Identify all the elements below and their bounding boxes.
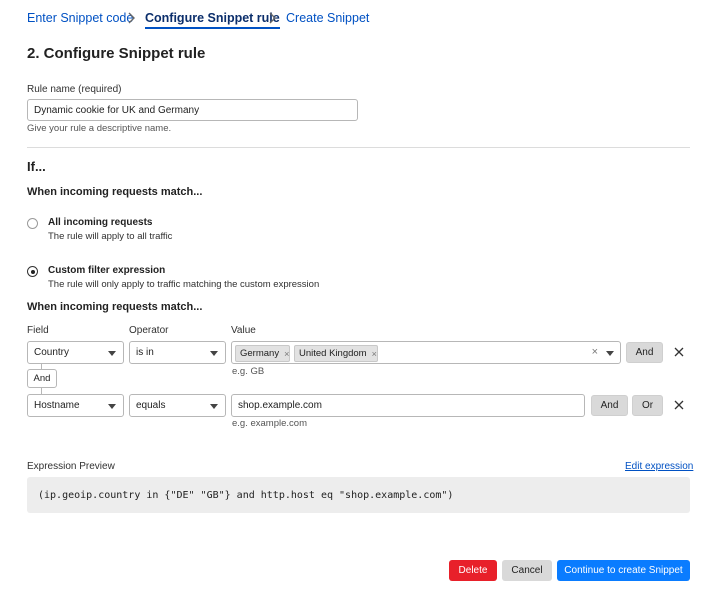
delete-button[interactable]: Delete [449,560,497,581]
radio-all-requests-title: All incoming requests [48,217,153,228]
field-select-value: Hostname [34,400,80,411]
or-button-row2[interactable]: Or [632,395,663,416]
chevron-right-icon [269,12,276,24]
and-button-row2[interactable]: And [591,395,628,416]
breadcrumb-step-create-snippet[interactable]: Create Snippet [286,11,369,25]
breadcrumb-step-enter-code[interactable]: Enter Snippet code [27,11,133,25]
match-heading: When incoming requests match... [27,186,203,198]
if-heading: If... [27,159,46,174]
radio-all-requests-description: The rule will apply to all traffic [48,231,173,242]
and-connector-badge: And [27,369,57,388]
caret-down-icon [108,351,116,356]
and-button-row1[interactable]: And [626,342,663,363]
cancel-button[interactable]: Cancel [502,560,552,581]
value-tag-label: United Kingdom [299,348,367,359]
hostname-value: shop.example.com [238,400,322,411]
field-select-hostname[interactable]: Hostname [27,394,124,417]
match-heading-2: When incoming requests match... [27,301,203,313]
edit-expression-link[interactable]: Edit expression [625,461,693,472]
section-divider [27,147,690,148]
rule-name-input[interactable]: Dynamic cookie for UK and Germany [27,99,358,121]
caret-down-icon [108,404,116,409]
value-multiselect[interactable]: Germany × United Kingdom × × [231,341,621,364]
radio-custom-filter[interactable] [27,266,38,277]
caret-down-icon [210,351,218,356]
expression-code-text: (ip.geoip.country in {"DE" "GB"} and htt… [38,489,454,501]
field-header: Field [27,325,49,336]
radio-all-requests[interactable] [27,218,38,229]
expression-preview-code: (ip.geoip.country in {"DE" "GB"} and htt… [27,477,690,513]
rule-name-help: Give your rule a descriptive name. [27,123,172,134]
hostname-value-input[interactable]: shop.example.com [231,394,585,417]
operator-select-value: equals [136,400,166,411]
breadcrumb-step-configure-rule[interactable]: Configure Snippet rule [145,11,280,29]
operator-select-equals[interactable]: equals [129,394,226,417]
radio-custom-filter-description: The rule will only apply to traffic matc… [48,279,320,290]
operator-select-is-in[interactable]: is in [129,341,226,364]
value-example-hostname: e.g. example.com [232,418,307,429]
chevron-right-icon [128,12,135,24]
operator-select-value: is in [136,347,154,358]
remove-row-icon[interactable] [673,399,685,411]
rule-name-label: Rule name (required) [27,84,122,95]
expression-preview-label: Expression Preview [27,461,115,472]
remove-row-icon[interactable] [673,346,685,358]
operator-header: Operator [129,325,169,336]
caret-down-icon[interactable] [606,351,614,356]
field-select-country[interactable]: Country [27,341,124,364]
value-tag-label: Germany [240,348,280,359]
remove-tag-icon[interactable]: × [284,349,289,359]
page-title: 2. Configure Snippet rule [27,45,206,62]
value-tag-united-kingdom: United Kingdom × [294,345,378,362]
value-tag-germany: Germany × [235,345,291,362]
remove-tag-icon[interactable]: × [372,349,377,359]
continue-button[interactable]: Continue to create Snippet [557,560,690,581]
value-header: Value [231,325,256,336]
field-select-value: Country [34,347,70,358]
rule-name-value: Dynamic cookie for UK and Germany [34,104,200,116]
clear-all-icon[interactable]: × [592,346,598,358]
value-example-country: e.g. GB [232,366,265,377]
caret-down-icon [210,404,218,409]
radio-custom-filter-title: Custom filter expression [48,265,166,276]
